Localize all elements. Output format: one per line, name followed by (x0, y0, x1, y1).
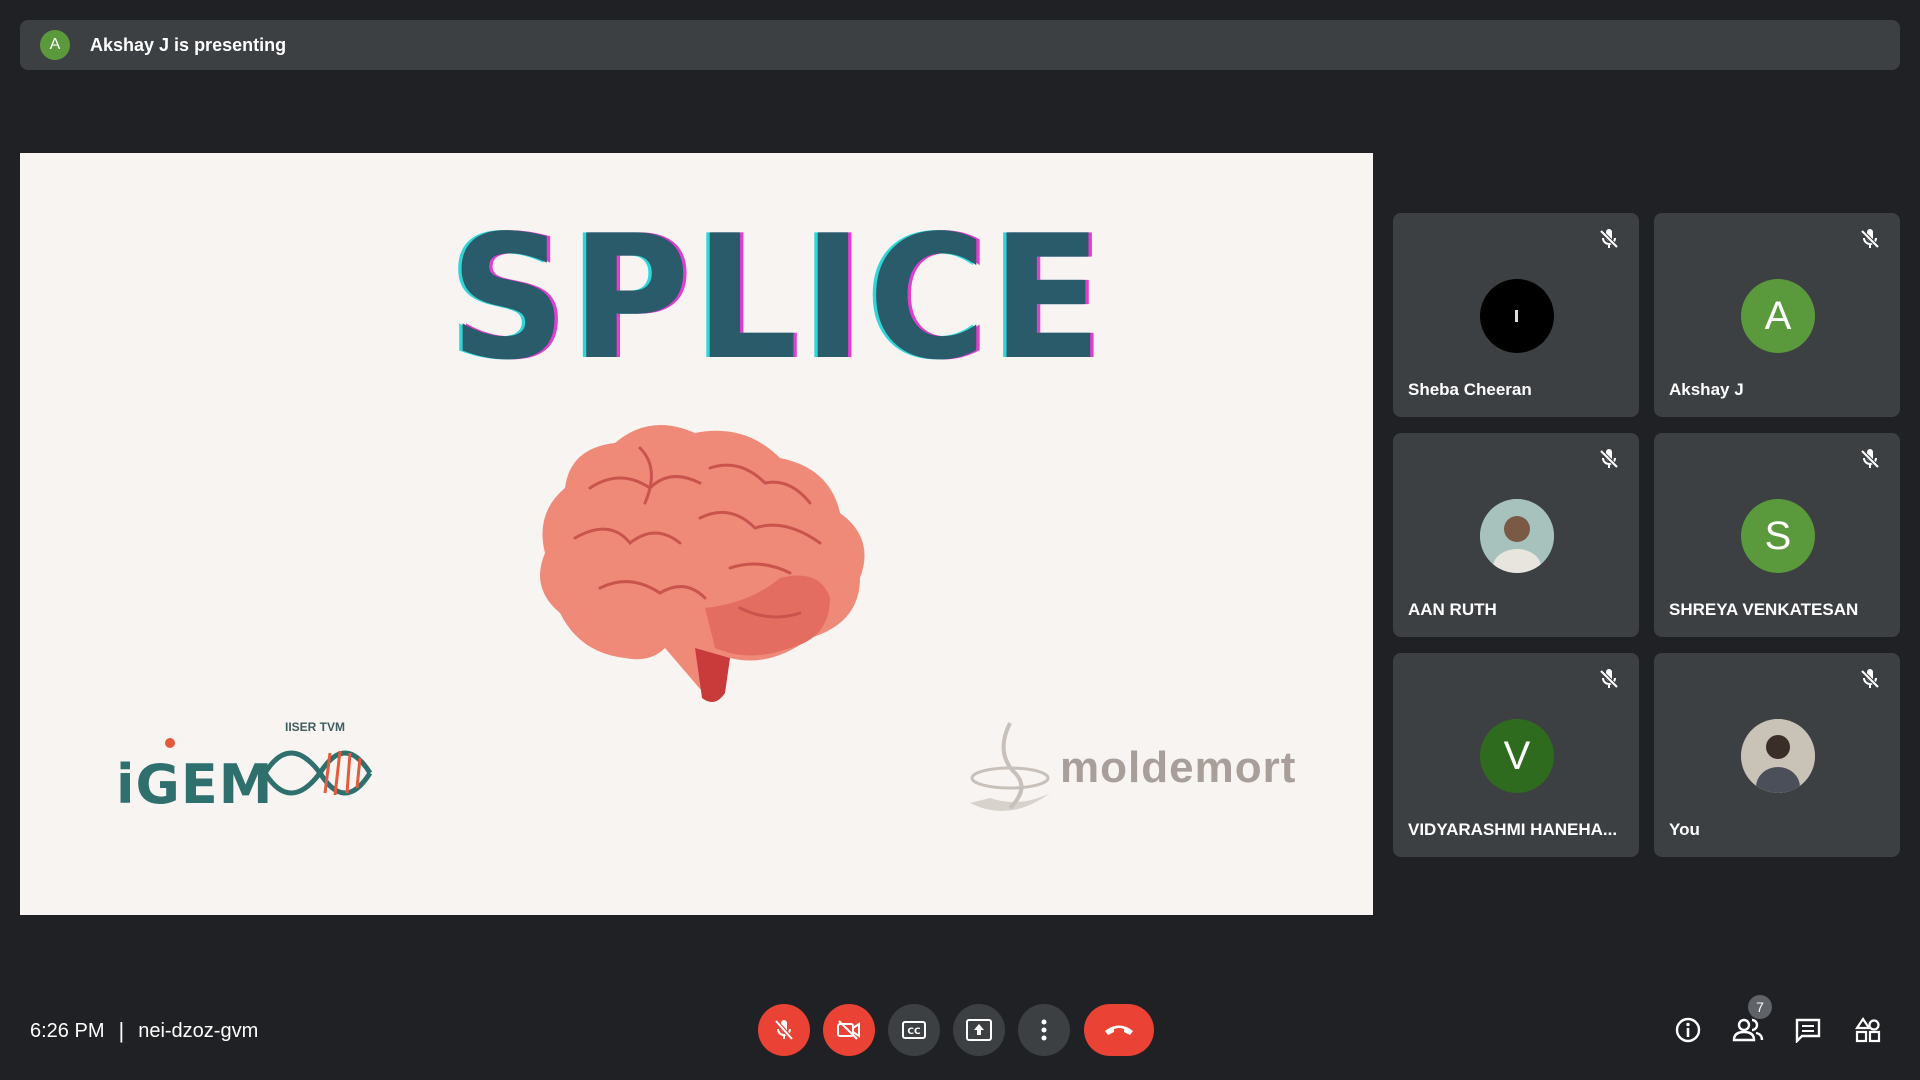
presenting-text: Akshay J is presenting (90, 34, 287, 55)
avatar (1480, 499, 1554, 573)
presenter-avatar: A (40, 30, 70, 60)
svg-text:CC: CC (907, 1027, 921, 1037)
avatar (1741, 719, 1815, 793)
meeting-details-button[interactable] (1670, 1012, 1706, 1048)
chat-icon (1795, 1018, 1821, 1043)
avatar: A (1741, 279, 1815, 353)
people-count-badge: 7 (1748, 995, 1772, 1019)
brain-illustration (540, 425, 865, 702)
more-options-button[interactable] (1018, 1004, 1070, 1056)
igem-logo-text: iGEM (116, 753, 274, 816)
participant-name: Sheba Cheeran (1408, 380, 1532, 399)
present-icon (966, 1019, 992, 1041)
igem-logo-subtitle: IISER TVM (285, 720, 346, 734)
clock-time: 6:26 PM (30, 1019, 105, 1042)
mic-off-icon (774, 1019, 794, 1041)
mic-muted-icon (1599, 229, 1619, 249)
moldemort-logo-text: moldemort (1060, 743, 1297, 792)
meeting-code: nei-dzoz-gvm (138, 1019, 259, 1042)
captions-icon: CC (902, 1021, 926, 1039)
mic-muted-icon (1860, 449, 1880, 469)
info-icon (1675, 1017, 1701, 1043)
avatar (1480, 279, 1554, 353)
moldemort-logo-icon (970, 722, 1050, 811)
mic-muted-icon (1599, 449, 1619, 469)
participant-name: SHREYA VENKATESAN (1669, 600, 1859, 619)
profile-photo-icon (1741, 719, 1815, 793)
activities-icon (1854, 1017, 1881, 1043)
camera-off-icon (837, 1020, 860, 1040)
profile-photo-icon (1480, 499, 1554, 573)
slide-title: SPLICE (450, 198, 1108, 398)
more-icon (1041, 1019, 1047, 1041)
mic-muted-icon (1860, 229, 1880, 249)
shared-screen: SPLICE IISER TVM iGEM moldemort (20, 153, 1373, 915)
participant-name: VIDYARASHMI HANEHA... (1408, 820, 1618, 839)
participant-tile-aan-ruth[interactable]: AAN RUTH (1393, 433, 1639, 637)
present-now-button[interactable] (953, 1004, 1005, 1056)
captions-button[interactable]: CC (888, 1004, 940, 1056)
participant-name: You (1669, 820, 1700, 839)
avatar: V (1480, 719, 1554, 793)
camera-toggle-button[interactable] (823, 1004, 875, 1056)
mic-muted-icon (1599, 669, 1619, 689)
mic-muted-icon (1860, 669, 1880, 689)
participant-name: AAN RUTH (1408, 600, 1497, 619)
profile-photo-icon (1515, 310, 1518, 322)
participant-tile-shreya[interactable]: S SHREYA VENKATESAN (1654, 433, 1900, 637)
participant-tile-akshay[interactable]: A Akshay J (1654, 213, 1900, 417)
leave-call-button[interactable] (1084, 1004, 1154, 1056)
presenting-banner: A Akshay J is presenting (20, 20, 1900, 70)
participant-tile-vidyarashmi[interactable]: V VIDYARASHMI HANEHA... (1393, 653, 1639, 857)
people-icon (1732, 1018, 1764, 1042)
hangup-icon (1105, 1025, 1133, 1035)
activities-button[interactable] (1850, 1012, 1886, 1048)
chat-button[interactable] (1790, 1012, 1826, 1048)
meeting-info: 6:26 PM | nei-dzoz-gvm (30, 1018, 258, 1044)
participant-name: Akshay J (1669, 380, 1744, 399)
avatar: S (1741, 499, 1815, 573)
participant-tile-sheba[interactable]: Sheba Cheeran (1393, 213, 1639, 417)
mic-toggle-button[interactable] (758, 1004, 810, 1056)
participant-tile-you[interactable]: You (1654, 653, 1900, 857)
divider: | (118, 1018, 125, 1043)
